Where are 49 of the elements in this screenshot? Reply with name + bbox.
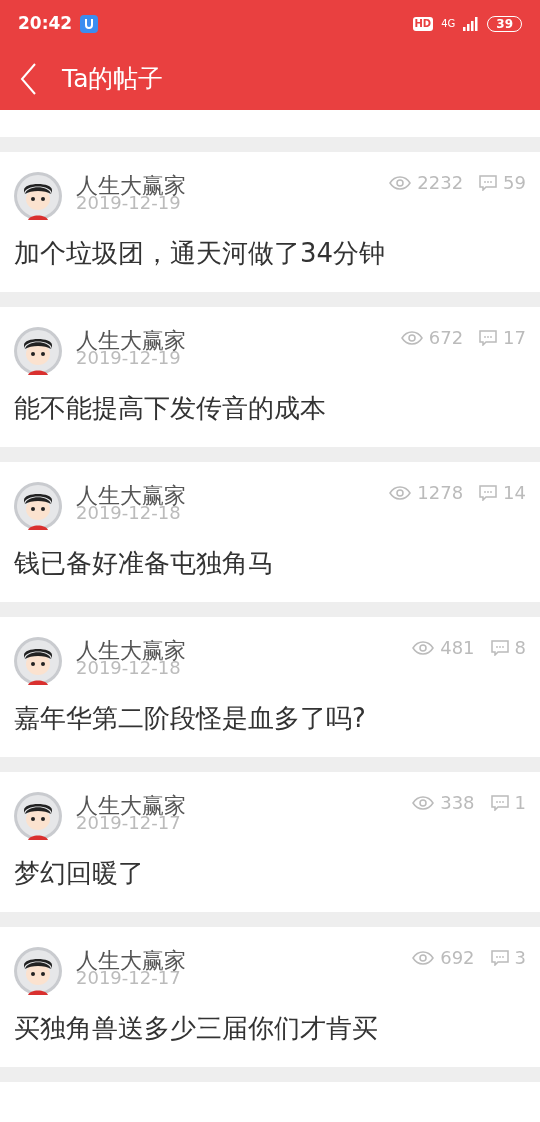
network-label: 4G xyxy=(441,19,456,29)
eye-icon xyxy=(412,950,435,965)
post-card[interactable]: 人生大赢家 2019-12-19 672 17 能不能提高下发传音的成本 xyxy=(0,307,540,447)
post-title: 加个垃圾团，通天河做了34分钟 xyxy=(14,237,387,270)
eye-icon xyxy=(412,640,435,655)
comment-count: 3 xyxy=(514,946,526,970)
view-count: 2232 xyxy=(417,171,464,195)
avatar-icon xyxy=(14,947,62,995)
comment-count: 17 xyxy=(503,326,526,350)
post-card[interactable]: 人生大赢家 2019-12-17 692 3 买独角兽送多少三届你们才肯买 xyxy=(0,927,540,1067)
post-card[interactable]: 人生大赢家 2019-12-19 2232 59 加个垃圾团，通天河做了34分钟 xyxy=(0,152,540,292)
post-title: 钱已备好准备屯独角马 xyxy=(14,547,275,580)
view-count: 692 xyxy=(440,946,475,970)
comment-icon xyxy=(490,639,509,656)
hd-indicator: HD xyxy=(412,17,434,31)
avatar-icon xyxy=(14,792,62,840)
back-icon xyxy=(20,63,36,95)
post-title: 能不能提高下发传音的成本 xyxy=(14,392,327,425)
view-count: 481 xyxy=(440,636,475,660)
comment-icon xyxy=(479,329,498,346)
post-card[interactable]: 人生大赢家 2019-12-18 481 8 嘉年华第二阶段怪是血多了吗? xyxy=(0,617,540,757)
comment-icon xyxy=(490,949,509,966)
post-title: 买独角兽送多少三届你们才肯买 xyxy=(14,1012,379,1045)
comment-count: 8 xyxy=(514,636,526,660)
view-count: 338 xyxy=(440,791,475,815)
post-title: 嘉年华第二阶段怪是血多了吗? xyxy=(14,702,367,735)
comment-icon xyxy=(479,174,498,191)
avatar-icon xyxy=(14,172,62,220)
post-title: 梦幻回暖了 xyxy=(14,857,145,890)
view-count: 1278 xyxy=(417,481,464,505)
avatar-icon xyxy=(14,637,62,685)
avatar-icon xyxy=(14,482,62,530)
signal-icon xyxy=(463,17,480,31)
comment-icon xyxy=(479,484,498,501)
page-title: Ta的帖子 xyxy=(62,63,164,96)
view-count: 672 xyxy=(428,326,464,350)
status-time: 20:42 xyxy=(18,12,73,36)
comment-count: 59 xyxy=(503,171,526,195)
eye-icon xyxy=(389,485,412,500)
eye-icon xyxy=(400,330,423,345)
avatar-icon xyxy=(14,327,62,375)
comment-icon xyxy=(490,794,509,811)
app-icon xyxy=(80,15,99,33)
post-card[interactable]: 人生大赢家 2019-12-18 1278 14 钱已备好准备屯独角马 xyxy=(0,462,540,602)
comment-count: 14 xyxy=(503,481,526,505)
post-card[interactable]: 人生大赢家 2019-12-17 338 1 梦幻回暖了 xyxy=(0,772,540,912)
eye-icon xyxy=(412,795,435,810)
comment-count: 1 xyxy=(514,791,526,815)
eye-icon xyxy=(389,175,412,190)
